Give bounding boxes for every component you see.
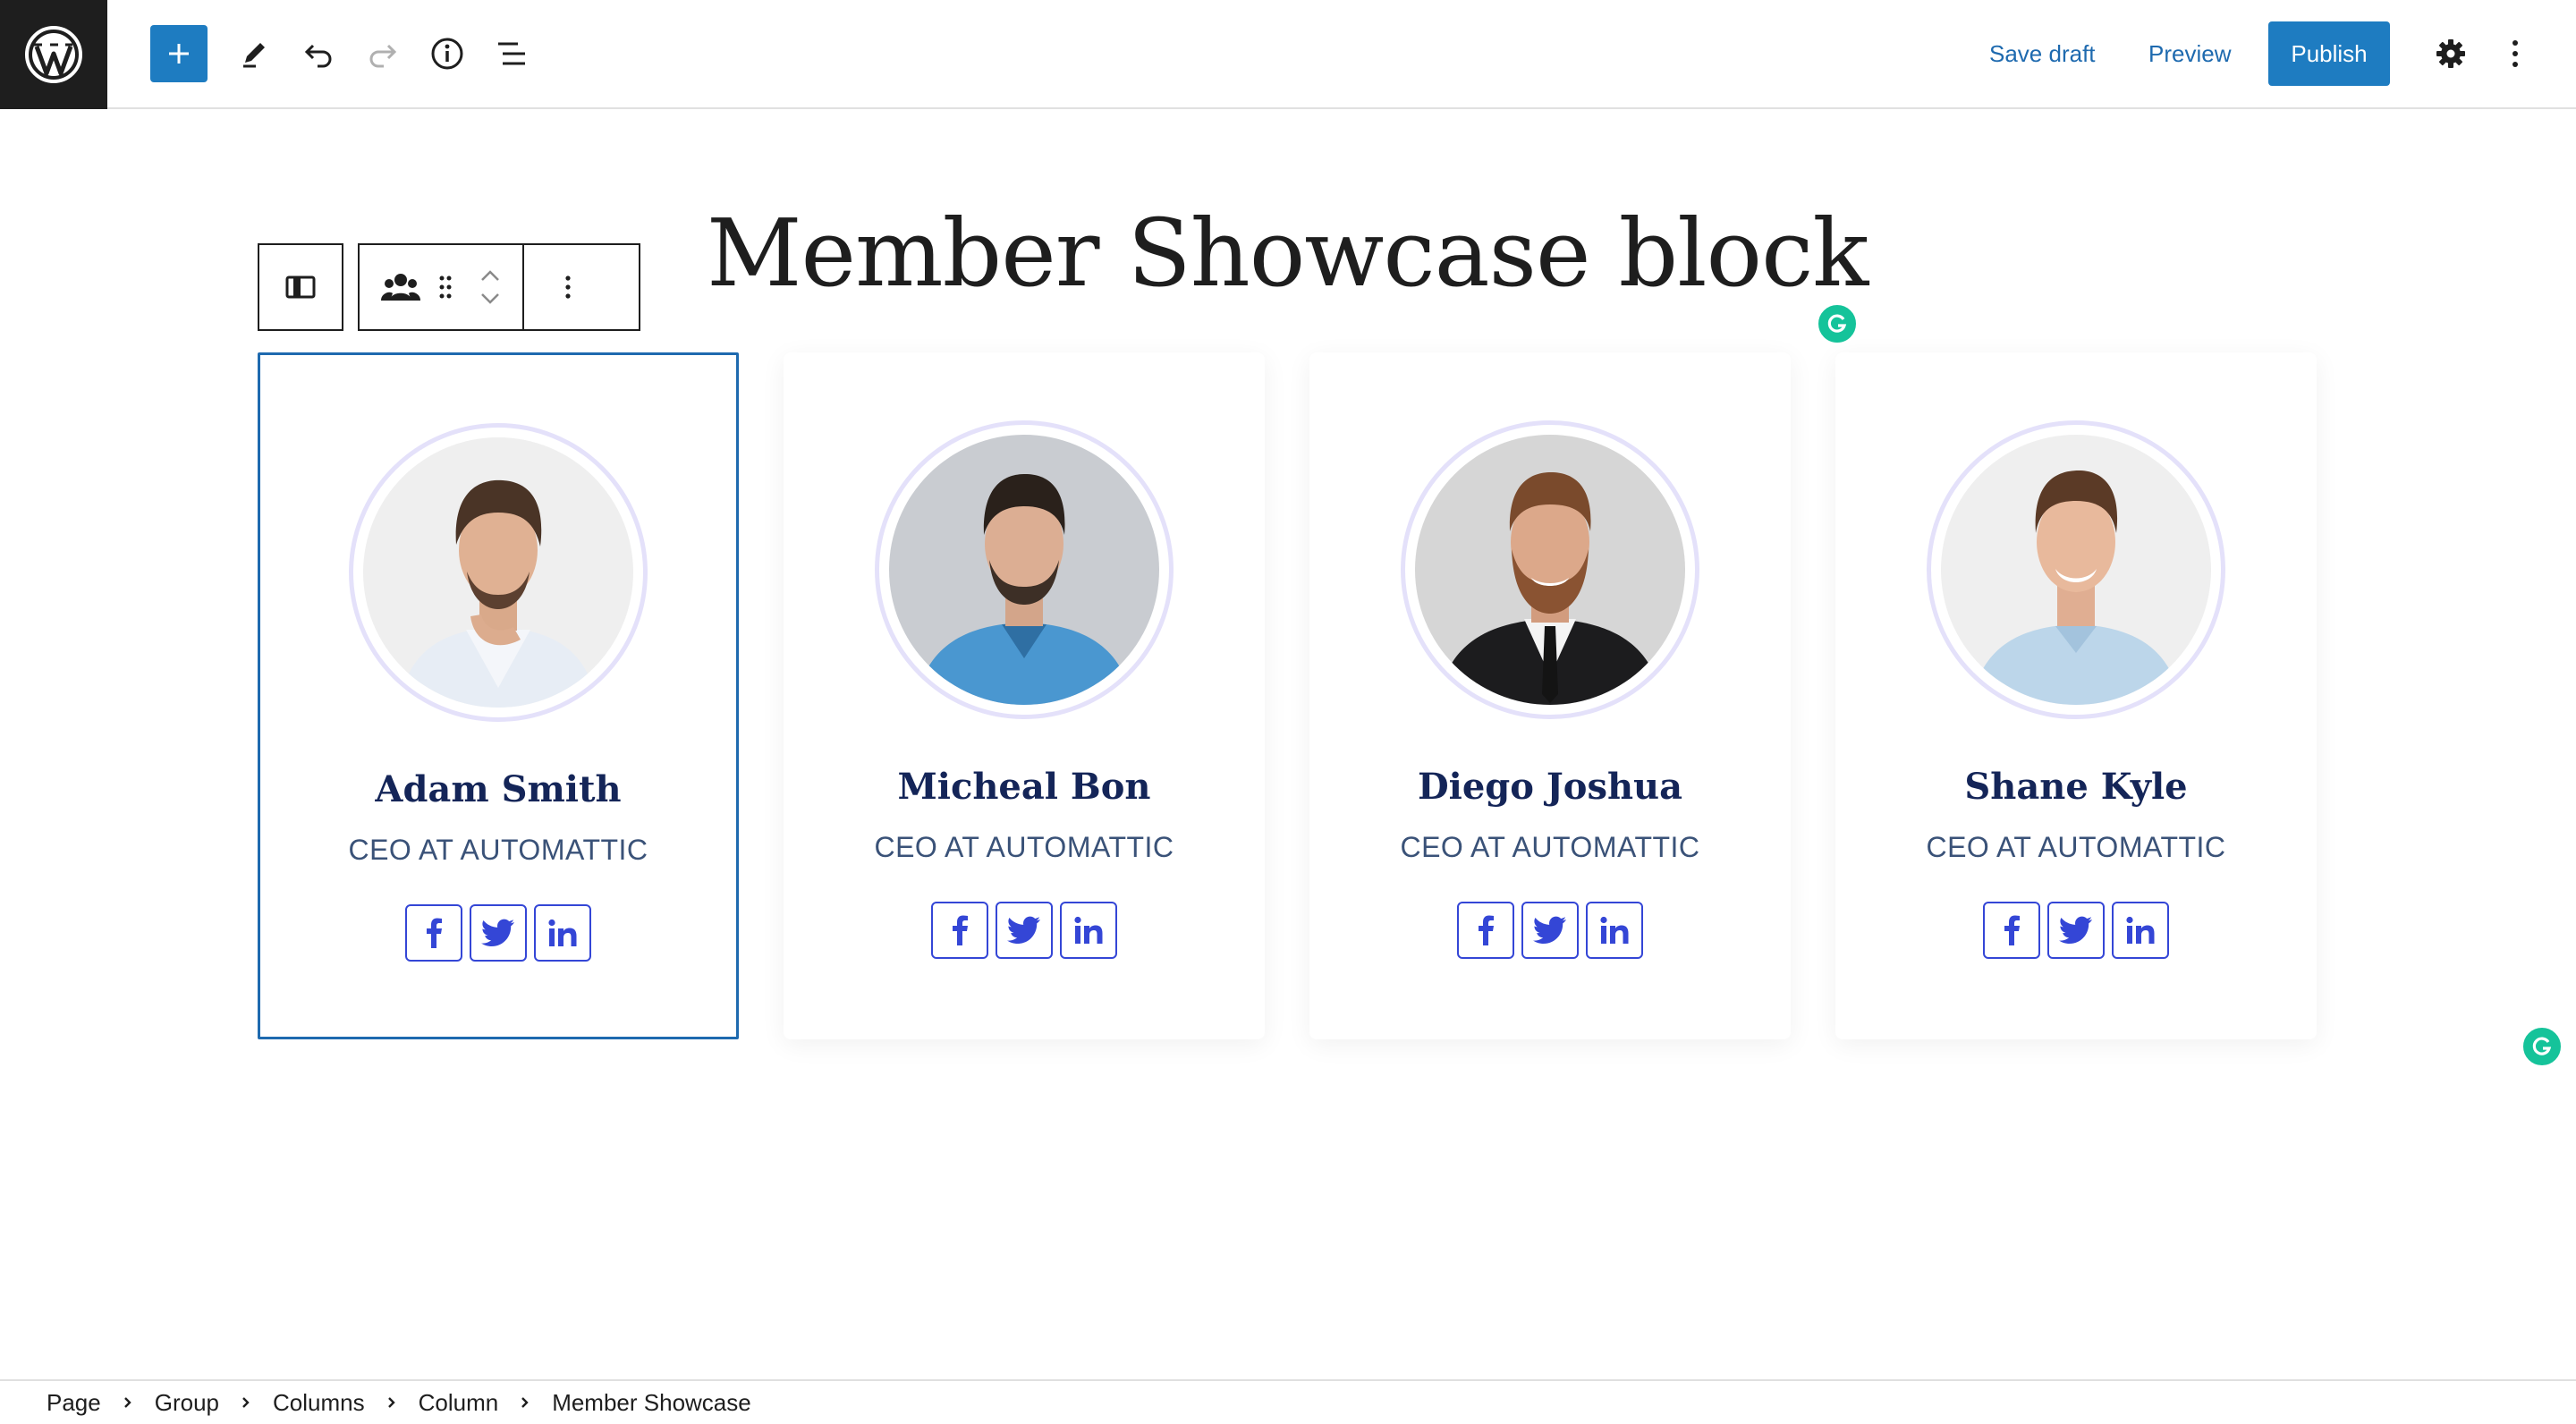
twitter-icon [2059,916,2092,944]
chevron-up-icon[interactable] [479,268,502,283]
facebook-link[interactable] [1457,902,1514,959]
avatar-ring [875,420,1174,719]
avatar-ring [1927,420,2225,719]
more-vertical-icon [565,275,571,299]
facebook-icon [1479,915,1494,945]
chevron-right-icon [520,1395,530,1410]
move-buttons [462,245,519,329]
undo-button[interactable] [290,25,347,82]
list-view-button[interactable] [483,25,540,82]
grammarly-icon [2532,1037,2552,1055]
member-card[interactable]: Shane Kyle CEO AT AUTOMATTIC [1835,352,2317,1039]
breadcrumb-group[interactable]: Group [155,1389,219,1417]
columns-block-icon [285,275,316,299]
twitter-link[interactable] [2047,902,2105,959]
breadcrumb-page[interactable]: Page [47,1389,101,1417]
facebook-link[interactable] [931,902,988,959]
block-options-button[interactable] [524,245,612,329]
grammarly-button[interactable] [1816,302,1859,345]
save-draft-button[interactable]: Save draft [1989,36,2096,72]
social-links [1983,902,2169,959]
breadcrumb-column[interactable]: Column [419,1389,499,1417]
preview-button[interactable]: Preview [2148,36,2231,72]
wordpress-icon [25,26,82,83]
grammarly-icon [1827,314,1847,333]
social-links [931,902,1117,959]
facebook-icon [953,915,968,945]
facebook-icon [427,918,442,948]
block-parent-toolbar [258,243,343,331]
block-type-button[interactable] [372,245,429,329]
social-links [1457,902,1643,959]
linkedin-icon [548,919,577,946]
add-block-button[interactable] [150,25,208,82]
settings-button[interactable] [2422,25,2479,82]
avatar-ring [349,423,648,722]
member-role: CEO AT AUTOMATTIC [348,834,648,866]
drag-handle[interactable] [429,245,462,329]
grammarly-button[interactable] [2521,1025,2563,1068]
block-breadcrumb: Page Group Columns Column Member Showcas… [0,1379,2576,1424]
page-title[interactable]: Member Showcase block [707,199,1868,308]
options-button[interactable] [2487,25,2544,82]
member-name: Diego Joshua [1417,766,1683,808]
info-icon [431,38,463,70]
gear-icon [2436,39,2465,68]
list-view-icon [498,42,525,65]
plus-icon [169,44,189,64]
member-role: CEO AT AUTOMATTIC [1926,831,2226,863]
facebook-link[interactable] [405,904,462,962]
member-card[interactable]: Diego Joshua CEO AT AUTOMATTIC [1309,352,1791,1039]
linkedin-icon [1074,916,1103,944]
twitter-icon [1533,916,1566,944]
redo-button[interactable] [354,25,411,82]
twitter-link[interactable] [1521,902,1579,959]
linkedin-link[interactable] [534,904,591,962]
drag-handle-icon [439,275,452,299]
linkedin-link[interactable] [1060,902,1117,959]
select-parent-button[interactable] [259,245,342,329]
member-card[interactable]: Micheal Bon CEO AT AUTOMATTIC [784,352,1265,1039]
member-photo [1941,435,2211,705]
breadcrumb-member-showcase[interactable]: Member Showcase [552,1389,751,1417]
twitter-link[interactable] [470,904,527,962]
chevron-right-icon [386,1395,397,1410]
redo-icon [369,44,397,68]
details-button[interactable] [419,25,476,82]
tools-button[interactable] [225,25,283,82]
chevron-down-icon[interactable] [479,292,502,306]
twitter-icon [1007,916,1040,944]
facebook-link[interactable] [1983,902,2040,959]
chevron-right-icon [241,1395,251,1410]
block-toolbar [358,243,640,331]
member-name: Micheal Bon [897,766,1151,808]
twitter-link[interactable] [996,902,1053,959]
member-photo [1415,435,1685,705]
wordpress-logo-button[interactable] [0,0,107,109]
social-links [405,904,591,962]
linkedin-link[interactable] [2112,902,2169,959]
linkedin-icon [1600,916,1629,944]
member-card[interactable]: Adam Smith CEO AT AUTOMATTIC [258,352,739,1039]
chevron-right-icon [123,1395,133,1410]
users-group-icon [381,274,420,301]
member-name: Adam Smith [375,768,622,810]
member-name: Shane Kyle [1964,766,2188,808]
more-vertical-icon [2512,40,2518,67]
member-role: CEO AT AUTOMATTIC [1400,831,1700,863]
linkedin-icon [2126,916,2155,944]
breadcrumb-columns[interactable]: Columns [273,1389,365,1417]
member-role: CEO AT AUTOMATTIC [874,831,1174,863]
facebook-icon [2004,915,2020,945]
member-photo [363,437,633,708]
avatar-ring [1401,420,1699,719]
member-photo [889,435,1159,705]
linkedin-link[interactable] [1586,902,1643,959]
undo-icon [304,44,332,68]
publish-button[interactable]: Publish [2268,21,2390,86]
editor-top-toolbar: Save draft Preview Publish [0,0,2576,109]
twitter-icon [481,919,514,946]
pencil-icon [243,43,265,68]
